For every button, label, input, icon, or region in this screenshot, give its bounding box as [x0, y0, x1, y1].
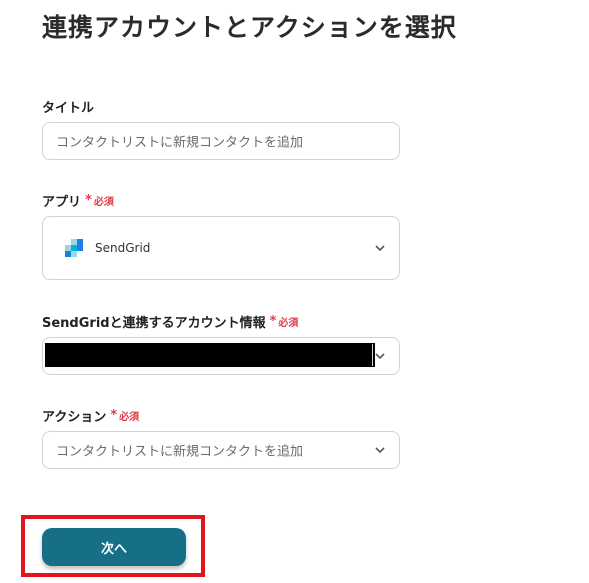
sendgrid-logo-icon [65, 239, 83, 257]
app-field-label: アプリ * 必須 [42, 191, 114, 210]
action-label-text: アクション [42, 410, 107, 425]
title-input-value: コンタクトリストに新規コンタクトを追加 [56, 135, 304, 151]
required-badge: * 必須 [110, 408, 140, 423]
chevron-down-icon[interactable] [373, 443, 387, 457]
required-badge: * 必須 [85, 193, 114, 208]
app-select[interactable]: SendGrid [42, 216, 400, 280]
chevron-down-icon[interactable] [373, 241, 387, 255]
app-select-value: SendGrid [95, 241, 151, 255]
account-field-label: SendGridと連携するアカウント情報 * 必須 [42, 312, 298, 331]
title-field-label: タイトル [42, 97, 94, 116]
title-input[interactable]: コンタクトリストに新規コンタクトを追加 [42, 122, 400, 160]
app-label-text: アプリ [42, 195, 82, 210]
required-badge: * 必須 [269, 314, 299, 329]
account-label-text: SendGridと連携するアカウント情報 [42, 316, 266, 331]
redacted-account-value [45, 343, 375, 367]
page-title: 連携アカウントとアクションを選択 [42, 13, 457, 42]
account-select[interactable] [42, 337, 400, 375]
title-label-text: タイトル [42, 101, 95, 116]
chevron-down-icon[interactable] [373, 349, 387, 363]
highlight-annotation [21, 515, 205, 577]
action-select-value: コンタクトリストに新規コンタクトを追加 [56, 444, 304, 460]
action-field-label: アクション * 必須 [42, 406, 139, 425]
action-select[interactable]: コンタクトリストに新規コンタクトを追加 [42, 431, 400, 469]
